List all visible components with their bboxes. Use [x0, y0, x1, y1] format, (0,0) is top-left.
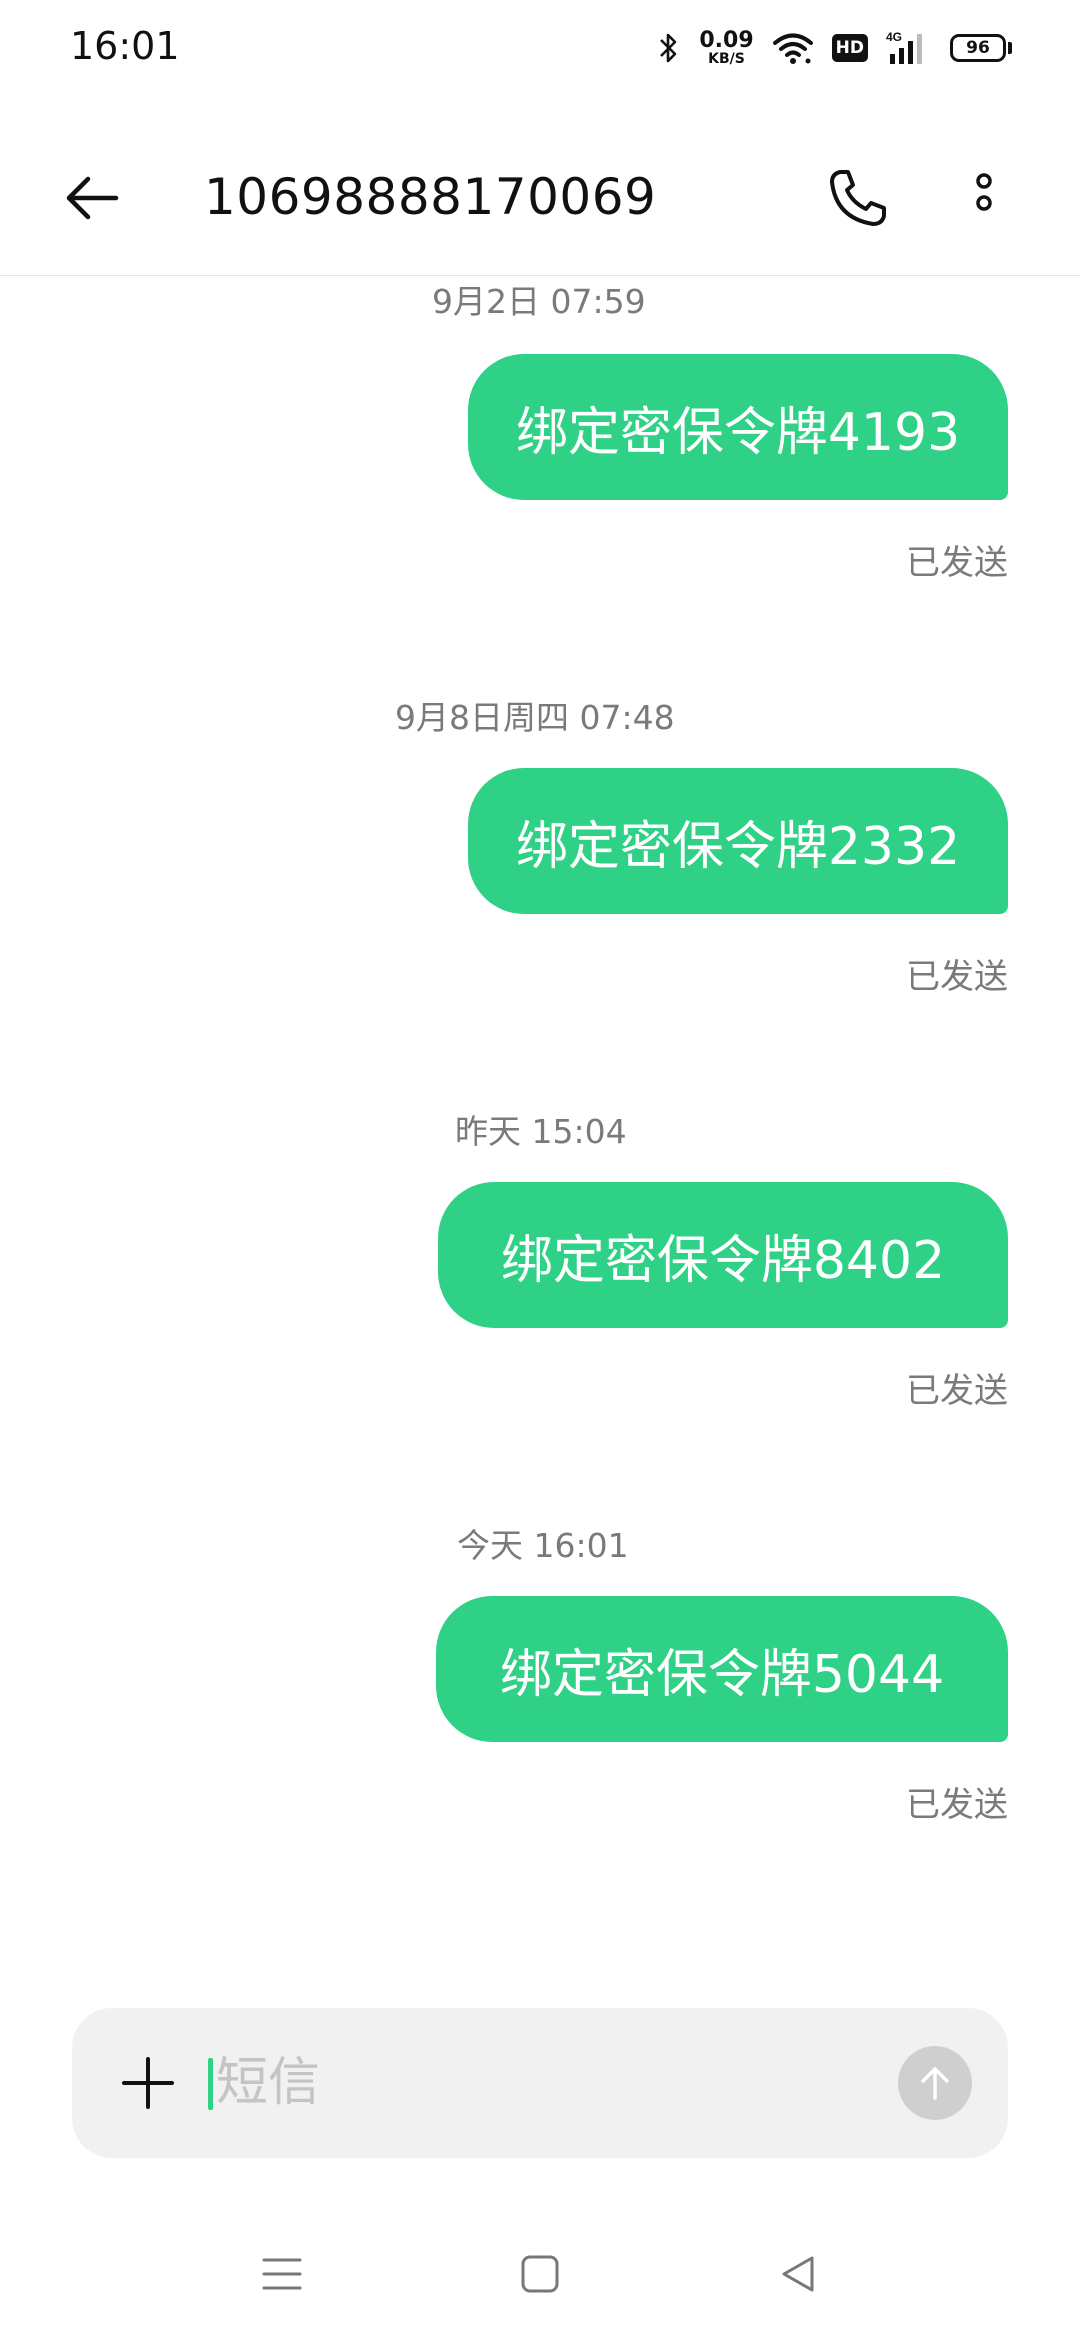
signal-icon: 4G: [886, 30, 932, 66]
status-time: 16:01: [70, 24, 180, 68]
sent-message-bubble[interactable]: 绑定密保令牌5044: [436, 1596, 1008, 1742]
message-timestamp: 昨天 15:04: [455, 1112, 627, 1151]
conversation-header: 10698888170069: [0, 96, 1080, 276]
more-options-button[interactable]: [964, 166, 1004, 230]
nav-menu-button[interactable]: [252, 2244, 312, 2304]
back-button[interactable]: [60, 166, 124, 230]
status-bar: 16:01 0.09 KB/S HD 4G 96: [0, 0, 1080, 96]
contact-title: 10698888170069: [204, 168, 657, 226]
add-attachment-button[interactable]: [118, 2053, 178, 2113]
message-list[interactable]: 9月2日 07:59 绑定密保令牌4193 已发送 9月8日周四 07:48 绑…: [0, 277, 1080, 1997]
message-timestamp: 今天 16:01: [457, 1526, 629, 1565]
sent-message-bubble[interactable]: 绑定密保令牌4193: [468, 354, 1008, 500]
back-arrow-icon: [66, 176, 119, 220]
message-composer: [72, 2008, 1008, 2158]
status-icons: 0.09 KB/S HD 4G 96: [657, 24, 1012, 72]
battery-icon: 96: [950, 34, 1012, 62]
system-navigation-bar: [0, 2210, 1080, 2340]
message-sent-status: 已发送: [906, 543, 1008, 583]
network-type-label: 4G: [886, 30, 902, 44]
bluetooth-icon: [657, 30, 681, 66]
sent-message-bubble[interactable]: 绑定密保令牌2332: [468, 768, 1008, 914]
wifi-icon: [772, 31, 814, 65]
nav-home-button[interactable]: [510, 2244, 570, 2304]
message-input[interactable]: [216, 2044, 816, 2122]
call-button[interactable]: [826, 166, 890, 230]
send-button[interactable]: [898, 2046, 972, 2120]
send-arrow-up-icon: [921, 2067, 949, 2100]
message-sent-status: 已发送: [906, 1371, 1008, 1411]
message-sent-status: 已发送: [906, 1785, 1008, 1825]
menu-icon: [262, 2258, 302, 2290]
message-timestamp: 9月2日 07:59: [432, 282, 646, 321]
nav-back-button[interactable]: [768, 2244, 828, 2304]
battery-level: 96: [950, 34, 1006, 62]
more-vertical-icon: [976, 173, 992, 211]
plus-icon: [122, 2057, 174, 2109]
network-speed-value: 0.09: [699, 28, 754, 53]
back-triangle-icon: [782, 2256, 814, 2292]
text-cursor: [208, 2058, 213, 2110]
network-speed: 0.09 KB/S: [699, 28, 754, 67]
sent-message-bubble[interactable]: 绑定密保令牌8402: [438, 1182, 1008, 1328]
network-speed-unit: KB/S: [708, 51, 745, 67]
phone-icon: [830, 170, 886, 226]
message-sent-status: 已发送: [906, 957, 1008, 997]
message-timestamp: 9月8日周四 07:48: [395, 698, 675, 737]
hd-badge: HD: [831, 34, 868, 62]
home-square-icon: [521, 2255, 559, 2293]
